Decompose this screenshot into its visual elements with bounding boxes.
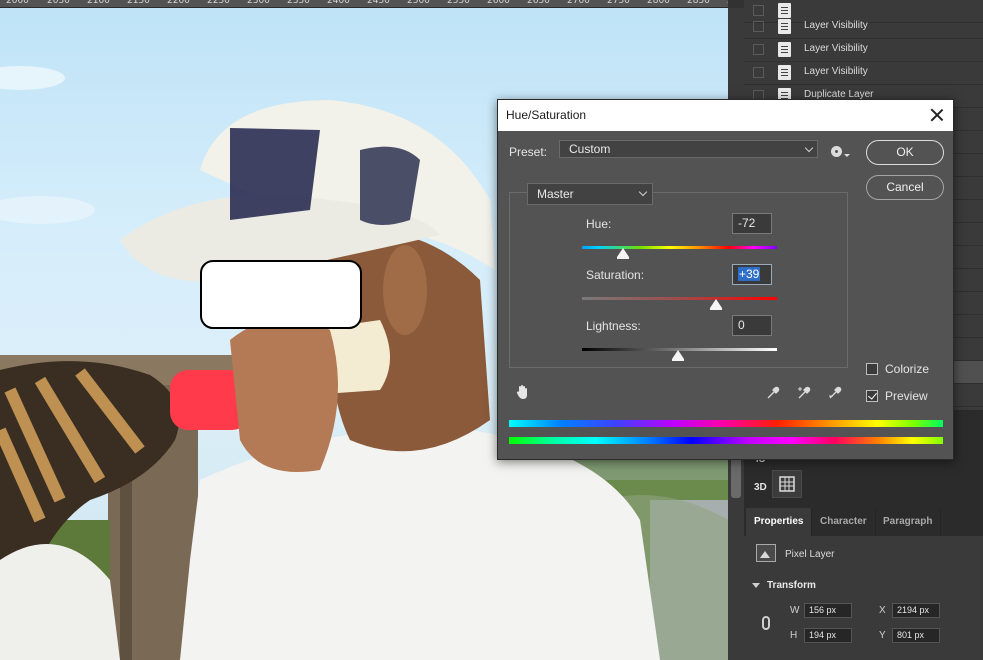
photoshop-window: 2000 2050 2100 2150 2200 2250 2300 2350 …: [0, 0, 983, 660]
source-hue-bar: [509, 420, 943, 427]
pixel-layer-icon: [756, 544, 776, 562]
history-item[interactable]: Layer Visibility: [744, 62, 983, 85]
lightness-slider-thumb[interactable]: [672, 350, 684, 361]
preset-dropdown[interactable]: Custom: [559, 140, 818, 158]
link-proportions-icon[interactable]: [762, 616, 770, 630]
ruler-tick: 2400: [327, 0, 350, 6]
ruler-tick: 2550: [447, 0, 470, 6]
colorize-checkbox[interactable]: [866, 363, 878, 375]
saturation-value-selected[interactable]: +39: [738, 267, 761, 281]
history-item[interactable]: Layer Visibility: [744, 39, 983, 62]
ruler-tick: 2450: [367, 0, 390, 6]
history-state-icon: [778, 42, 791, 57]
eyedropper-minus-icon[interactable]: [828, 386, 842, 400]
cancel-button[interactable]: Cancel: [866, 175, 944, 200]
close-icon[interactable]: [929, 107, 945, 123]
saturation-slider-track[interactable]: [582, 297, 777, 300]
gear-menu-arrow-icon[interactable]: [844, 154, 850, 157]
history-snapshot-checkbox[interactable]: [753, 67, 764, 78]
hue-slider-track[interactable]: [582, 246, 777, 249]
height-field[interactable]: 194 px: [804, 628, 852, 643]
history-item-label: Layer Visibility: [804, 43, 868, 54]
dialog-titlebar[interactable]: Hue/Saturation: [498, 100, 953, 131]
hue-saturation-dialog: Hue/Saturation Preset: Custom OK Cancel …: [497, 99, 954, 460]
saturation-input[interactable]: +39: [732, 264, 772, 285]
ruler-tick: 2000: [6, 0, 29, 6]
tab-character[interactable]: Character: [812, 508, 876, 536]
ruler-tick: 2800: [647, 0, 670, 6]
hue-input[interactable]: -72: [732, 213, 772, 234]
hue-slider-thumb[interactable]: [617, 248, 629, 259]
properties-panel: Properties Character Paragraph Pixel Lay…: [744, 508, 983, 660]
history-state-icon: [778, 65, 791, 80]
preview-label: Preview: [885, 389, 928, 403]
height-label: H: [790, 630, 798, 641]
dock-3d-label[interactable]: 3D: [754, 482, 767, 493]
history-snapshot-checkbox[interactable]: [753, 5, 764, 16]
ruler-tick: 2600: [487, 0, 510, 6]
width-field[interactable]: 156 px: [804, 603, 852, 618]
x-label: X: [879, 605, 886, 616]
tab-paragraph[interactable]: Paragraph: [875, 508, 942, 536]
ruler-tick: 2150: [127, 0, 150, 6]
width-label: W: [790, 605, 800, 616]
ruler-tick: 2500: [407, 0, 430, 6]
ruler-tick: 2700: [567, 0, 590, 6]
dialog-title: Hue/Saturation: [506, 108, 587, 122]
ruler-tick: 2900: [727, 0, 728, 6]
ruler-tick: 2050: [47, 0, 70, 6]
ruler-tick: 2350: [287, 0, 310, 6]
eyedropper-plus-icon[interactable]: [797, 386, 811, 400]
preset-value: Custom: [569, 142, 611, 156]
ruler-tick: 2250: [207, 0, 230, 6]
adjusted-hue-bar: [509, 437, 943, 444]
transform-section-header[interactable]: Transform: [752, 580, 816, 591]
gear-icon[interactable]: [831, 146, 842, 157]
history-item-label: Layer Visibility: [804, 20, 868, 31]
colorize-label: Colorize: [885, 362, 930, 376]
ruler-tick: 2650: [527, 0, 550, 6]
saturation-slider-thumb[interactable]: [710, 299, 722, 310]
lightness-label: Lightness:: [586, 319, 641, 333]
history-item-label: Layer Visibility: [804, 66, 868, 77]
channel-dropdown[interactable]: Master: [527, 183, 653, 205]
channel-value: Master: [537, 187, 574, 201]
ruler-tick: 2300: [247, 0, 270, 6]
lightness-input[interactable]: 0: [732, 315, 772, 336]
timeline-icon[interactable]: [772, 470, 802, 498]
preview-checkbox[interactable]: [866, 390, 878, 402]
saturation-label: Saturation:: [586, 268, 645, 282]
tab-properties[interactable]: Properties: [746, 508, 813, 536]
history-snapshot-checkbox[interactable]: [753, 44, 764, 55]
ruler-tick: 2100: [87, 0, 110, 6]
targeted-adjustment-hand-icon[interactable]: [516, 384, 530, 400]
history-snapshot-checkbox[interactable]: [753, 21, 764, 32]
x-field[interactable]: 2194 px: [892, 603, 940, 618]
collapse-caret-icon[interactable]: [752, 582, 760, 588]
eyedropper-icon[interactable]: [766, 386, 780, 400]
ruler-tick: 2750: [607, 0, 630, 6]
preset-label: Preset:: [509, 145, 548, 159]
hue-label: Hue:: [586, 217, 612, 231]
chevron-down-icon: [638, 187, 648, 197]
chevron-down-icon: [804, 143, 814, 153]
transform-title: Transform: [767, 580, 816, 591]
history-item[interactable]: Layer Visibility: [744, 16, 983, 39]
y-field[interactable]: 801 px: [892, 628, 940, 643]
y-label: Y: [879, 630, 886, 641]
layer-kind-label: Pixel Layer: [785, 549, 835, 560]
properties-tabs: Properties Character Paragraph: [744, 508, 983, 536]
ruler-tick: 2200: [167, 0, 190, 6]
ok-button[interactable]: OK: [866, 140, 944, 165]
adjustment-group-box: [509, 192, 848, 368]
ruler-tick: 2850: [687, 0, 710, 6]
horizontal-ruler: 2000 2050 2100 2150 2200 2250 2300 2350 …: [0, 0, 728, 8]
history-state-icon: [778, 19, 791, 34]
